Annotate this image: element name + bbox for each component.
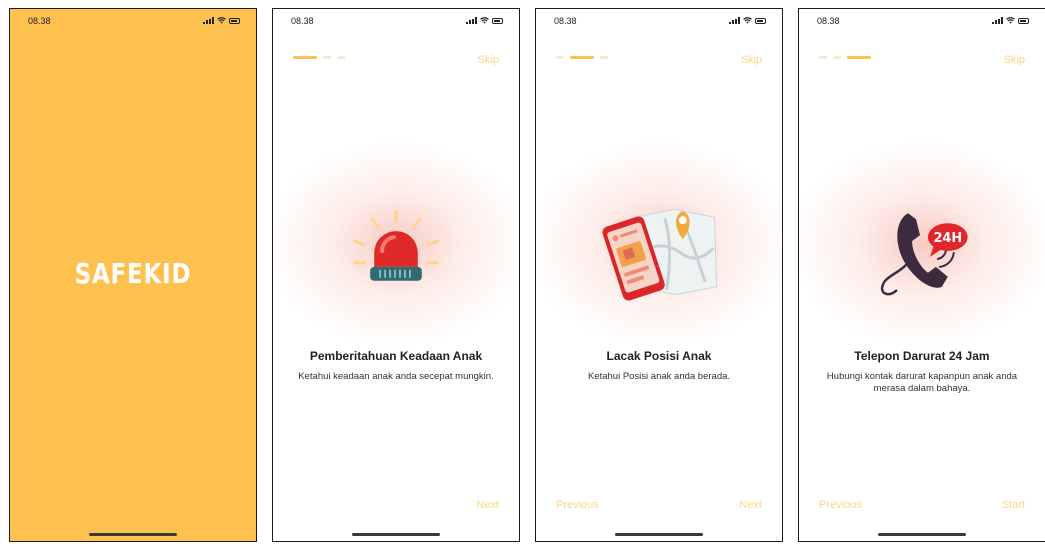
badge-24h: 24H — [933, 231, 962, 246]
page-indicator — [819, 56, 871, 59]
page-dot-active — [293, 56, 317, 59]
wifi-icon — [743, 17, 752, 24]
status-time: 08.38 — [554, 16, 577, 26]
page-indicator — [556, 56, 608, 59]
home-indicator[interactable] — [89, 533, 177, 536]
battery-icon — [229, 17, 240, 24]
onboarding-title: Pemberitahuan Keadaan Anak — [309, 349, 483, 363]
wifi-icon — [1006, 17, 1015, 24]
onboarding-description: Ketahui Posisi anak anda berada. — [587, 371, 731, 382]
app-logo: SAFEKID — [74, 257, 192, 290]
start-button[interactable]: Start — [1002, 499, 1025, 511]
page-dot-active — [847, 56, 871, 59]
wifi-icon — [217, 17, 226, 24]
signal-icon — [466, 17, 477, 24]
page-dot — [323, 56, 331, 59]
page-dot — [556, 56, 564, 59]
page-dot — [819, 56, 827, 59]
page-dot — [833, 56, 841, 59]
status-icons — [729, 17, 766, 24]
battery-icon — [755, 17, 766, 24]
onboarding-title: Telepon Darurat 24 Jam — [854, 349, 990, 363]
onboarding-title: Lacak Posisi Anak — [606, 349, 712, 363]
wifi-icon — [480, 17, 489, 24]
battery-icon — [492, 17, 503, 24]
signal-icon — [992, 17, 1003, 24]
skip-button[interactable]: Skip — [741, 54, 762, 66]
next-button[interactable]: Next — [476, 499, 499, 511]
alarm-siren-icon — [352, 209, 440, 281]
status-time: 08.38 — [817, 16, 840, 26]
skip-button[interactable]: Skip — [478, 54, 499, 66]
signal-icon — [203, 17, 214, 24]
status-icons — [992, 17, 1029, 24]
previous-button[interactable]: Previous — [819, 499, 862, 511]
page-dot — [337, 56, 345, 59]
status-icons — [203, 17, 240, 24]
previous-button[interactable]: Previous — [556, 499, 599, 511]
page-dot — [600, 56, 608, 59]
next-button[interactable]: Next — [739, 499, 762, 511]
onboarding-screen-3: 08.38 Skip 24H Telepon Darurat 24 Jam Hu… — [798, 8, 1045, 542]
status-time: 08.38 — [28, 16, 51, 26]
onboarding-description: Ketahui keadaan anak anda secepat mungki… — [298, 371, 494, 382]
home-indicator[interactable] — [352, 533, 440, 536]
onboarding-screen-1: 08.38 Skip Pemberitahuan Keadaan Anak Ke… — [272, 8, 520, 542]
status-icons — [466, 17, 503, 24]
phone-map-location-icon — [602, 208, 718, 301]
signal-icon — [729, 17, 740, 24]
onboarding-screen-2: 08.38 Skip Lacak Posisi Anak Ketahui Pos… — [535, 8, 783, 542]
page-indicator — [293, 56, 345, 59]
onboarding-description: Hubungi kontak darurat kapanpun anak and… — [826, 371, 1018, 394]
page-dot-active — [570, 56, 594, 59]
splash-screen: 08.38 SAFEKID — [9, 8, 257, 542]
battery-icon — [1018, 17, 1029, 24]
telephone-24h-icon: 24H — [880, 213, 968, 296]
home-indicator[interactable] — [878, 533, 966, 536]
status-time: 08.38 — [291, 16, 314, 26]
home-indicator[interactable] — [615, 533, 703, 536]
skip-button[interactable]: Skip — [1004, 54, 1025, 66]
